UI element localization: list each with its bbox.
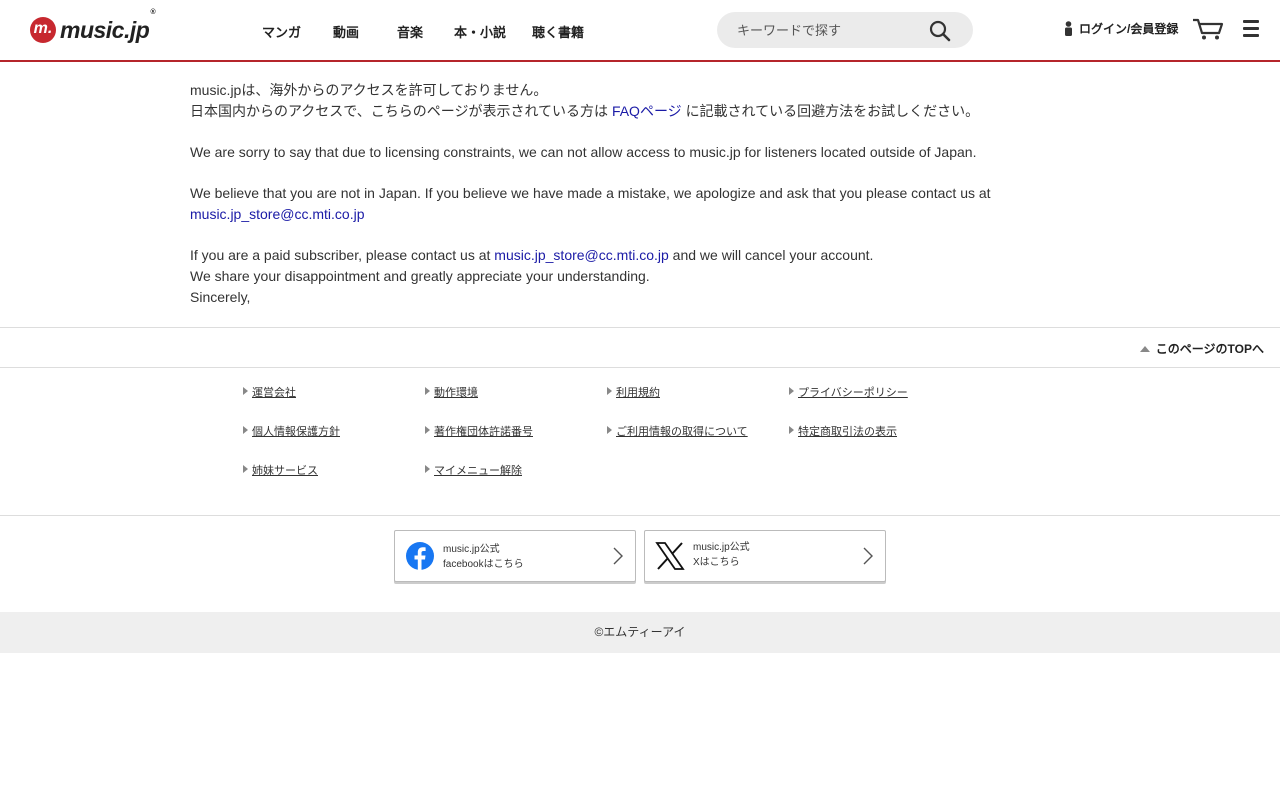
- en-paragraph-3: If you are a paid subscriber, please con…: [190, 245, 1070, 266]
- nav-manga[interactable]: マンガ: [262, 22, 333, 41]
- en-paragraph-1: We are sorry to say that due to licensin…: [190, 144, 977, 160]
- jp-line2-before: 日本国内からのアクセスで、こちらのページが表示されている方は: [190, 103, 609, 119]
- arrow-right-icon: [243, 426, 248, 434]
- site-header: m. music.jp® マンガ 動画 音楽 本・小説 聴く書籍 ログイン/会員…: [0, 0, 1280, 62]
- nav-audiobooks[interactable]: 聴く書籍: [532, 22, 584, 41]
- footer-link-label: 利用規約: [616, 387, 660, 399]
- footer-link-usage-info[interactable]: ご利用情報の取得について: [607, 423, 789, 462]
- footer-links-row: 個人情報保護方針 著作権団体許諾番号 ご利用情報の取得について 特定商取引法の表…: [243, 423, 973, 462]
- nav-music[interactable]: 音楽: [397, 22, 454, 41]
- footer-link-label: 著作権団体許諾番号: [434, 426, 533, 438]
- footer-link-sister-services[interactable]: 姉妹サービス: [243, 462, 425, 501]
- copyright: ©エムティーアイ: [0, 612, 1280, 653]
- footer-link-unsubscribe-menu[interactable]: マイメニュー解除: [425, 462, 607, 501]
- x-line1: music.jp公式: [693, 542, 750, 553]
- site-logo[interactable]: m. music.jp®: [30, 9, 155, 46]
- subscriber-email-link[interactable]: music.jp_store@cc.mti.co.jp: [494, 247, 668, 263]
- arrow-right-icon: [789, 426, 794, 434]
- facebook-line1: music.jp公式: [443, 544, 500, 555]
- footer-links-row: 姉妹サービス マイメニュー解除: [243, 462, 973, 501]
- footer-link-environment[interactable]: 動作環境: [425, 384, 607, 423]
- footer-link-company[interactable]: 運営会社: [243, 384, 425, 423]
- footer-link-copyright-license[interactable]: 著作権団体許諾番号: [425, 423, 607, 462]
- footer-link-label: マイメニュー解除: [434, 465, 522, 477]
- logo-text: music.jp®: [60, 9, 155, 44]
- arrow-right-icon: [425, 387, 430, 395]
- footer-link-label: 動作環境: [434, 387, 478, 399]
- footer-link-label: 特定商取引法の表示: [798, 426, 897, 438]
- arrow-right-icon: [425, 426, 430, 434]
- footer-links: 運営会社 動作環境 利用規約 プライバシーポリシー 個人情報保護方針 著作権団体…: [243, 384, 973, 501]
- x-logo-icon: [655, 542, 685, 570]
- search-input[interactable]: [737, 12, 927, 48]
- login-label: ログイン/会員登録: [1079, 22, 1179, 36]
- jp-line2-after: に記載されている回避方法をお試しください。: [685, 103, 980, 119]
- facebook-label: music.jp公式 facebookはこちら: [443, 542, 524, 572]
- arrow-right-icon: [789, 387, 794, 395]
- footer-link-personal-info[interactable]: 個人情報保護方針: [243, 423, 425, 462]
- footer-link-label: 運営会社: [252, 387, 296, 399]
- facebook-button[interactable]: music.jp公式 facebookはこちら: [394, 530, 636, 582]
- logo-mark: m.: [30, 17, 56, 43]
- page-top-link[interactable]: このページのTOPへ: [1139, 340, 1264, 357]
- x-label: music.jp公式 Xはこちら: [693, 540, 750, 570]
- en-paragraph-4: We share your disappointment and greatly…: [190, 268, 650, 284]
- hamburger-menu-icon[interactable]: [1243, 20, 1259, 38]
- arrow-up-icon: [1139, 345, 1150, 352]
- contact-email-link[interactable]: music.jp_store@cc.mti.co.jp: [190, 206, 364, 222]
- login-link[interactable]: ログイン/会員登録: [1064, 20, 1178, 37]
- jp-notice: music.jpは、海外からのアクセスを許可しておりません。 日本国内からのアク…: [190, 80, 1070, 122]
- user-icon: [1065, 21, 1072, 36]
- search-icon[interactable]: [929, 20, 951, 42]
- logo-registered: ®: [150, 8, 155, 16]
- arrow-right-icon: [607, 387, 612, 395]
- footer-link-commercial-law[interactable]: 特定商取引法の表示: [789, 423, 971, 462]
- main-nav: マンガ 動画 音楽 本・小説 聴く書籍: [262, 22, 584, 41]
- en-paragraph-2: We believe that you are not in Japan. If…: [190, 183, 1070, 225]
- x-line2: Xはこちら: [693, 557, 740, 568]
- footer-links-row: 運営会社 動作環境 利用規約 プライバシーポリシー: [243, 384, 973, 423]
- nav-books[interactable]: 本・小説: [454, 22, 532, 41]
- page-top-label: このページのTOPへ: [1155, 342, 1264, 356]
- facebook-icon: [406, 542, 434, 570]
- nav-video[interactable]: 動画: [333, 22, 397, 41]
- arrow-right-icon: [243, 465, 248, 473]
- cart-icon[interactable]: [1192, 17, 1224, 41]
- jp-line2: 日本国内からのアクセスで、こちらのページが表示されている方は FAQページ に記…: [190, 101, 1070, 122]
- social-section: music.jp公式 facebookはこちら music.jp公式 Xはこちら: [0, 515, 1280, 612]
- page-top-bar: このページのTOPへ: [0, 327, 1280, 368]
- en-paragraph-2-text: We believe that you are not in Japan. If…: [190, 185, 991, 201]
- footer-link-label: プライバシーポリシー: [798, 387, 908, 399]
- arrow-right-icon: [243, 387, 248, 395]
- footer-link-privacy-policy[interactable]: プライバシーポリシー: [789, 384, 971, 423]
- x-button[interactable]: music.jp公式 Xはこちら: [644, 530, 886, 582]
- footer-link-label: ご利用情報の取得について: [616, 426, 748, 438]
- facebook-line2: facebookはこちら: [443, 559, 524, 570]
- logo-text-main: music.jp: [60, 16, 150, 43]
- search-box: [717, 12, 973, 48]
- footer-link-terms[interactable]: 利用規約: [607, 384, 789, 423]
- faq-link[interactable]: FAQページ: [612, 103, 682, 119]
- main-content: music.jpは、海外からのアクセスを許可しておりません。 日本国内からのアク…: [190, 80, 1070, 308]
- footer-link-label: 姉妹サービス: [252, 465, 318, 477]
- en-paragraph-3-after: and we will cancel your account.: [672, 247, 874, 263]
- sign-off: Sincerely,: [190, 289, 251, 305]
- en-paragraph-3-before: If you are a paid subscriber, please con…: [190, 247, 491, 263]
- chevron-right-icon: [613, 547, 623, 565]
- chevron-right-icon: [863, 547, 873, 565]
- footer-link-label: 個人情報保護方針: [252, 426, 340, 438]
- jp-line1: music.jpは、海外からのアクセスを許可しておりません。: [190, 82, 548, 98]
- arrow-right-icon: [425, 465, 430, 473]
- arrow-right-icon: [607, 426, 612, 434]
